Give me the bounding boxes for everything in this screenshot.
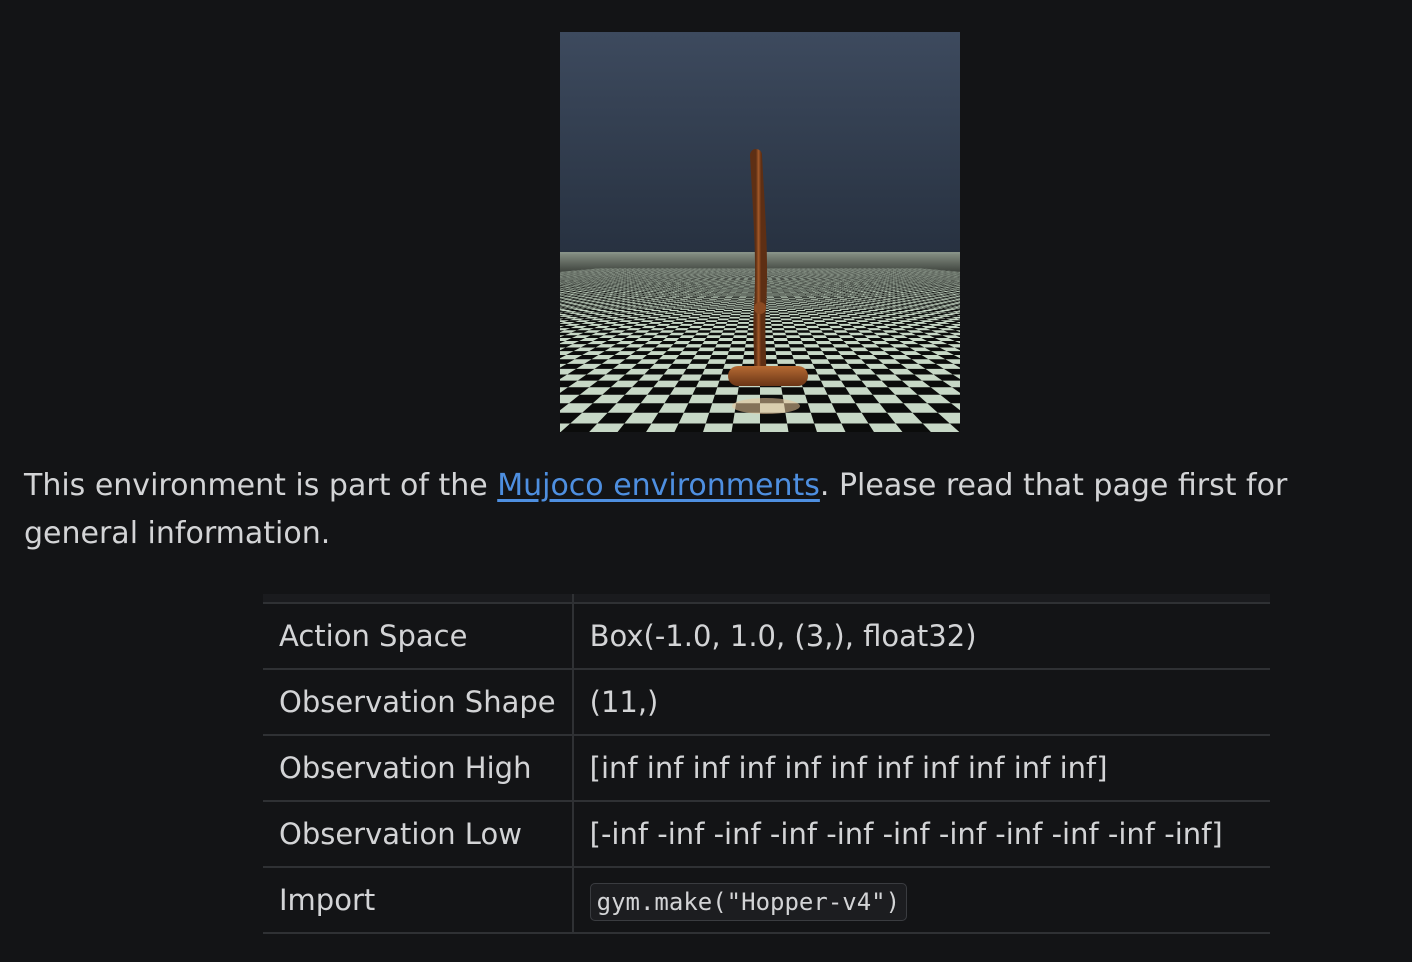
import-value-cell: gym.make("Hopper-v4") (572, 867, 1270, 934)
hopper-knee-joint (754, 302, 766, 314)
observation-low-label: Observation Low (263, 801, 574, 868)
table-row-observation-low: Observation Low [-inf -inf -inf -inf -in… (263, 801, 1270, 868)
hopper-foot (728, 366, 808, 386)
table-row-import: Import gym.make("Hopper-v4") (263, 867, 1270, 934)
table-row-observation-shape: Observation Shape (11,) (263, 669, 1270, 736)
import-label: Import (263, 867, 574, 934)
table-header (263, 594, 1270, 604)
hopper-leg (750, 149, 768, 383)
intro-text-before: This environment is part of the (24, 468, 498, 503)
table-row-action-space: Action Space Box(-1.0, 1.0, (3,), float3… (263, 603, 1270, 670)
observation-shape-label: Observation Shape (263, 669, 574, 736)
hopper-reflection (732, 398, 800, 414)
table-header-cell (572, 594, 1270, 604)
intro-paragraph: This environment is part of the Mujoco e… (24, 462, 1384, 558)
environment-spec-table: Action Space Box(-1.0, 1.0, (3,), float3… (263, 594, 1270, 934)
table-row-observation-high: Observation High [inf inf inf inf inf in… (263, 735, 1270, 802)
table-header-cell (263, 594, 574, 604)
action-space-value: Box(-1.0, 1.0, (3,), float32) (572, 603, 1270, 670)
hopper-animation-image (560, 32, 960, 432)
import-code-snippet[interactable]: gym.make("Hopper-v4") (589, 883, 908, 921)
observation-high-label: Observation High (263, 735, 574, 802)
observation-high-value: [inf inf inf inf inf inf inf inf inf inf… (572, 735, 1270, 802)
observation-low-value: [-inf -inf -inf -inf -inf -inf -inf -inf… (572, 801, 1270, 868)
mujoco-environments-link[interactable]: Mujoco environments (497, 468, 820, 503)
action-space-label: Action Space (263, 603, 574, 670)
hopper-scene (560, 32, 960, 432)
observation-shape-value: (11,) (572, 669, 1270, 736)
